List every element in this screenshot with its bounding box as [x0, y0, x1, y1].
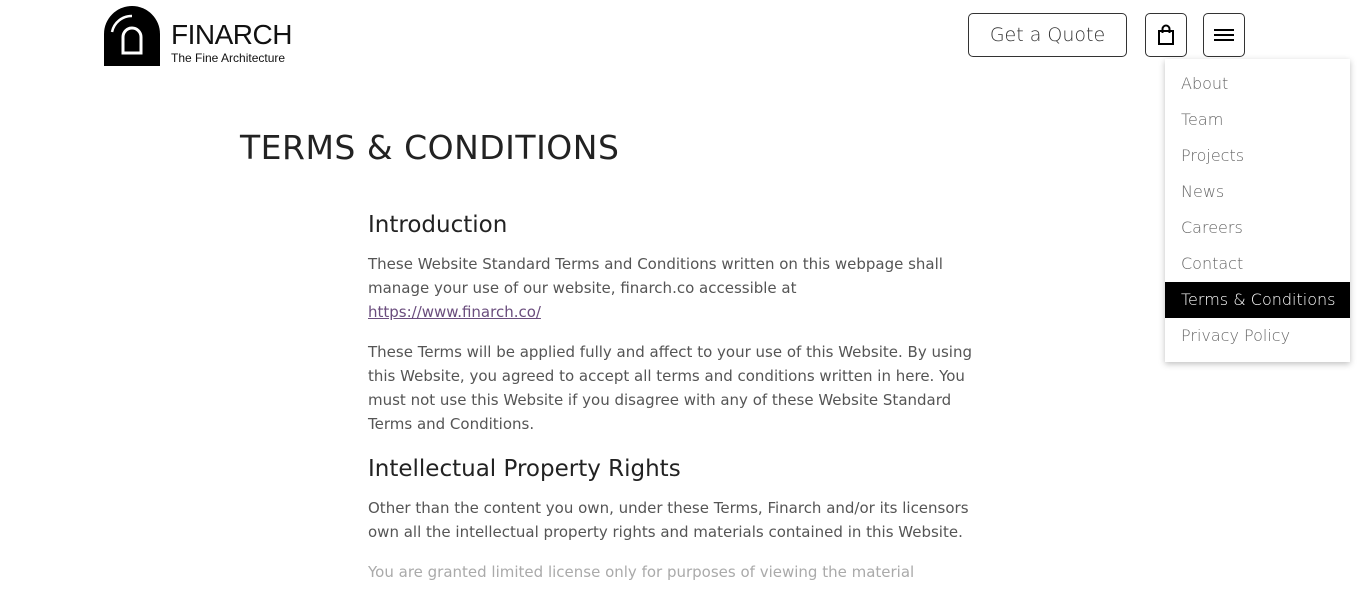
section-heading-introduction: Introduction: [368, 212, 508, 238]
logo-tagline: The Fine Architecture: [171, 51, 286, 65]
shopping-bag-icon: [1158, 24, 1174, 45]
menu-item-news[interactable]: News: [1165, 174, 1350, 210]
terms-applied-paragraph: These Terms will be applied fully and af…: [368, 343, 972, 433]
get-a-quote-button[interactable]: Get a Quote: [968, 13, 1127, 57]
cart-button[interactable]: [1145, 13, 1187, 57]
menu-toggle-button[interactable]: [1203, 13, 1245, 57]
logo-arch-icon: [104, 6, 160, 66]
terms-content: Introduction These Website Standard Term…: [368, 208, 983, 600]
menu-item-about[interactable]: About: [1165, 66, 1350, 102]
nav-dropdown-menu: About Team Projects News Careers Contact…: [1165, 59, 1350, 362]
license-paragraph: You are granted limited license only for…: [368, 563, 915, 581]
menu-item-privacy-policy[interactable]: Privacy Policy: [1165, 318, 1350, 354]
menu-item-terms-conditions[interactable]: Terms & Conditions: [1165, 282, 1350, 318]
logo-name: FINARCH: [171, 19, 292, 50]
intro-paragraph: These Website Standard Terms and Conditi…: [368, 252, 983, 324]
menu-item-careers[interactable]: Careers: [1165, 210, 1350, 246]
page: FINARCH The Fine Architecture Get a Quot…: [0, 0, 1366, 605]
logo[interactable]: FINARCH The Fine Architecture: [104, 6, 292, 66]
menu-item-projects[interactable]: Projects: [1165, 138, 1350, 174]
page-title: TERMS & CONDITIONS: [240, 128, 620, 167]
hamburger-menu-icon: [1214, 29, 1234, 41]
website-link[interactable]: https://www.finarch.co/: [368, 303, 541, 321]
menu-item-team[interactable]: Team: [1165, 102, 1350, 138]
ip-paragraph: Other than the content you own, under th…: [368, 499, 969, 541]
menu-item-contact[interactable]: Contact: [1165, 246, 1350, 282]
intro-text: These Website Standard Terms and Conditi…: [368, 255, 943, 297]
section-heading-intellectual-property: Intellectual Property Rights: [368, 456, 681, 482]
